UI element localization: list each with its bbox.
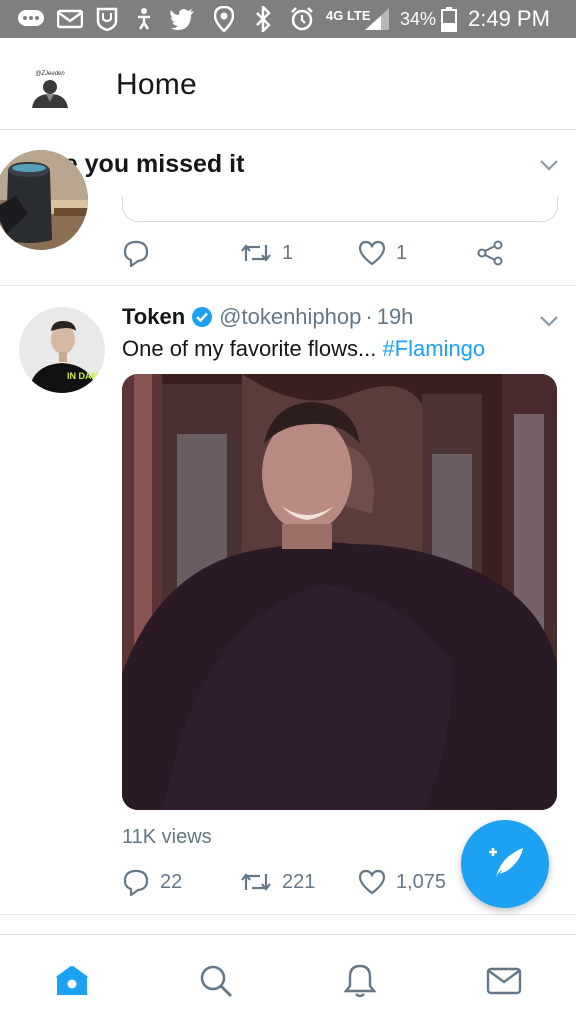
separator-dot: · bbox=[365, 304, 373, 329]
share-icon bbox=[477, 240, 503, 266]
reply-count: 22 bbox=[160, 870, 183, 893]
notifications-icon bbox=[343, 964, 377, 998]
shield-icon bbox=[94, 6, 120, 32]
retweet-count: 1 bbox=[282, 241, 294, 264]
tweet-text: One of my favorite flows... #Flamingo bbox=[122, 336, 485, 362]
tweet-body: One of my favorite flows... bbox=[122, 336, 383, 361]
compose-tweet-button[interactable] bbox=[461, 820, 549, 908]
clock: 2:49 PM bbox=[468, 6, 550, 31]
author-name[interactable]: Token bbox=[122, 304, 185, 330]
tweet-menu-chevron-icon[interactable] bbox=[538, 310, 560, 332]
like-button[interactable]: 1,075 bbox=[358, 862, 446, 902]
messages-icon bbox=[486, 967, 522, 995]
reply-icon bbox=[123, 869, 149, 896]
mail-icon bbox=[56, 6, 84, 32]
accessibility-icon bbox=[132, 6, 156, 32]
profile-avatar[interactable]: @ZJeeden bbox=[28, 68, 72, 108]
chevron-down-icon[interactable] bbox=[538, 154, 560, 176]
quoted-card-edge bbox=[122, 196, 558, 222]
page-title: Home bbox=[116, 68, 197, 101]
twitter-bird-icon bbox=[168, 6, 196, 32]
tweet-author-avatar[interactable]: IN DAM bbox=[19, 307, 105, 393]
retweet-icon bbox=[241, 873, 271, 891]
view-count: 11K views bbox=[122, 826, 212, 848]
status-bar: 4G LTE 34% 2:49 PM bbox=[0, 0, 576, 38]
bottom-nav bbox=[0, 934, 576, 1024]
svg-text:@ZJeeden: @ZJeeden bbox=[35, 71, 65, 77]
share-button[interactable] bbox=[476, 233, 504, 273]
tweet-divider bbox=[0, 914, 576, 915]
heart-icon bbox=[358, 240, 386, 266]
retweet-icon bbox=[241, 244, 271, 262]
nav-notifications[interactable] bbox=[340, 961, 380, 1001]
reply-button[interactable] bbox=[122, 233, 160, 273]
chat-bubble-icon bbox=[16, 6, 46, 32]
like-count: 1 bbox=[396, 241, 408, 264]
battery-icon bbox=[440, 6, 458, 32]
heart-icon bbox=[358, 869, 386, 895]
nav-messages[interactable] bbox=[484, 961, 524, 1001]
search-icon bbox=[200, 965, 232, 997]
avatar-shirt-text: IN DAM bbox=[67, 371, 99, 381]
retweet-button[interactable]: 221 bbox=[240, 862, 315, 902]
bluetooth-icon bbox=[252, 6, 274, 32]
tweet-media-video[interactable] bbox=[122, 374, 557, 810]
missed-tweet-actions: 1 1 bbox=[0, 233, 576, 273]
compose-feather-icon bbox=[489, 848, 523, 880]
tweet-timestamp: 19h bbox=[376, 304, 414, 329]
location-pin-icon bbox=[212, 6, 236, 32]
nav-home[interactable] bbox=[52, 961, 92, 1001]
battery-percent: 34% bbox=[400, 9, 437, 29]
nav-search[interactable] bbox=[196, 961, 236, 1001]
reply-icon bbox=[123, 240, 149, 267]
tweet-header: Token @tokenhiphop · 19h bbox=[122, 302, 413, 332]
signal-icon bbox=[362, 6, 392, 32]
like-count: 1,075 bbox=[396, 870, 447, 893]
alarm-icon bbox=[288, 6, 316, 32]
retweet-count: 221 bbox=[282, 870, 316, 893]
app-header: @ZJeeden Home bbox=[0, 38, 576, 130]
home-icon bbox=[56, 965, 88, 995]
author-handle[interactable]: @tokenhiphop bbox=[219, 304, 361, 330]
retweet-button[interactable]: 1 bbox=[240, 233, 293, 273]
reply-button[interactable]: 22 bbox=[122, 862, 182, 902]
hashtag-link[interactable]: #Flamingo bbox=[382, 336, 485, 361]
tweet-divider bbox=[0, 285, 576, 286]
like-button[interactable]: 1 bbox=[358, 233, 407, 273]
verified-badge-icon bbox=[191, 306, 213, 328]
